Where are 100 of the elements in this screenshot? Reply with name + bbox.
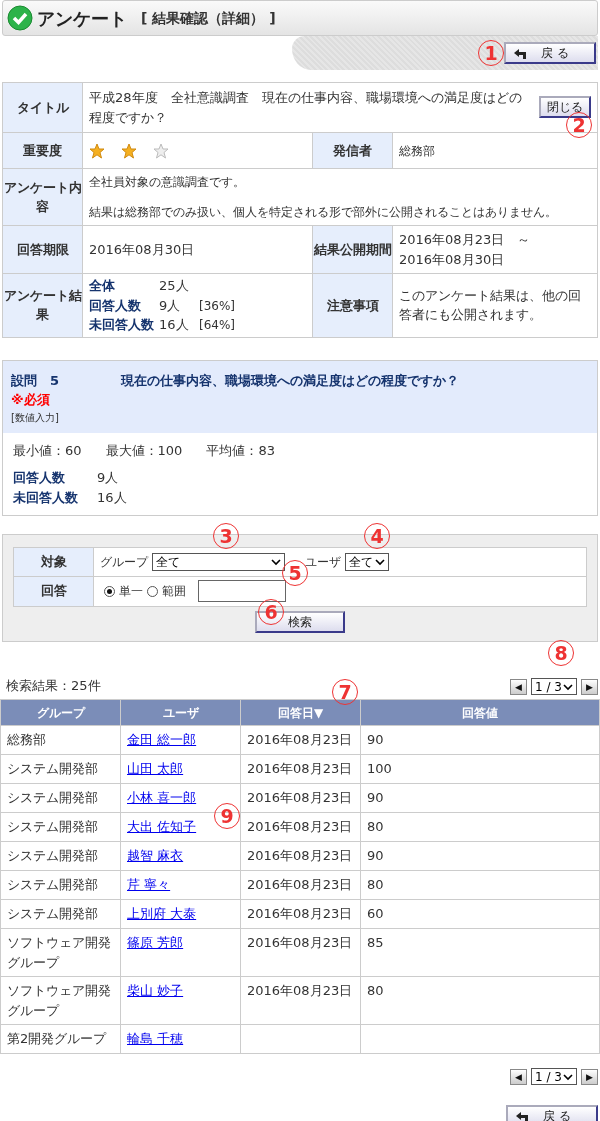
chevron-down-icon bbox=[375, 557, 385, 566]
result-percent: [64%] bbox=[199, 317, 236, 334]
count-label: 回答人数 bbox=[13, 469, 66, 487]
next-page-button[interactable]: ▶ bbox=[581, 678, 598, 695]
field-label: アンケート内容 bbox=[2, 168, 83, 226]
chevron-down-icon bbox=[563, 682, 573, 691]
result-summary: 検索結果：25件 bbox=[6, 676, 101, 695]
page-title: アンケート bbox=[37, 6, 127, 31]
field-label: 重要度 bbox=[2, 132, 83, 169]
user-select[interactable]: 全て bbox=[345, 552, 389, 571]
back-button[interactable]: 戻 る bbox=[506, 1105, 598, 1121]
value-cell: 90 bbox=[367, 732, 384, 747]
deadline-value: 2016年08月30日 bbox=[89, 241, 195, 257]
group-label: グループ bbox=[100, 553, 148, 571]
stat-value: 平均値：83 bbox=[206, 441, 275, 460]
question-text: 現在の仕事内容、職場環境への満足度はどの程度ですか？ bbox=[121, 371, 459, 390]
result-count: 25人 bbox=[159, 277, 190, 295]
group-cell: システム開発部 bbox=[7, 819, 98, 834]
user-link[interactable]: 柴山 妙子 bbox=[127, 983, 184, 998]
date-cell: 2016年08月23日 bbox=[247, 983, 353, 998]
empty-star-icon bbox=[153, 142, 169, 159]
value-cell: 100 bbox=[367, 761, 392, 776]
check-icon bbox=[7, 5, 33, 31]
count-value: 9人 bbox=[97, 469, 119, 487]
group-cell: システム開発部 bbox=[7, 790, 98, 805]
column-header: 回答値 bbox=[360, 699, 600, 726]
group-cell: システム開発部 bbox=[7, 761, 98, 776]
group-cell: 総務部 bbox=[7, 732, 46, 747]
group-cell: 第2開発グループ bbox=[7, 1031, 107, 1046]
result-label: 回答人数 bbox=[89, 296, 142, 315]
back-arrow-icon bbox=[512, 46, 527, 60]
group-cell: システム開発部 bbox=[7, 877, 98, 892]
back-arrow-icon bbox=[514, 1109, 529, 1121]
radio-option[interactable]: 単一 bbox=[104, 582, 143, 600]
value-cell: 80 bbox=[367, 983, 384, 998]
radio-option[interactable]: 範囲 bbox=[147, 582, 186, 600]
sender-value: 総務部 bbox=[399, 143, 435, 158]
user-label: ユーザ bbox=[305, 553, 341, 571]
previous-page-button[interactable]: ◀ bbox=[510, 1068, 527, 1085]
next-page-button[interactable]: ▶ bbox=[581, 1068, 598, 1085]
star-icon bbox=[121, 142, 137, 159]
group-cell: ソフトウェア開発グループ bbox=[7, 935, 111, 970]
value-cell: 80 bbox=[367, 877, 384, 892]
user-link[interactable]: 芹 寧々 bbox=[127, 877, 171, 892]
date-cell: 2016年08月23日 bbox=[247, 877, 353, 892]
page-subtitle: [ 結果確認（詳細） ] bbox=[141, 8, 276, 28]
group-cell: システム開発部 bbox=[7, 848, 98, 863]
stat-value: 最小値：60 bbox=[13, 441, 82, 460]
date-cell: 2016年08月23日 bbox=[247, 761, 353, 776]
publish-end: 2016年08月30日 bbox=[399, 250, 506, 269]
group-cell: ソフトウェア開発グループ bbox=[7, 983, 111, 1018]
publish-start: 2016年08月23日 ～ bbox=[399, 231, 532, 249]
date-cell: 2016年08月23日 bbox=[247, 732, 353, 747]
value-input[interactable] bbox=[198, 580, 286, 602]
date-cell: 2016年08月23日 bbox=[247, 790, 353, 805]
question-number: 設問 5 bbox=[11, 371, 61, 390]
result-label: 未回答人数 bbox=[89, 316, 155, 334]
date-cell: 2016年08月23日 bbox=[247, 935, 353, 950]
field-label: アンケート結果 bbox=[2, 273, 83, 337]
content-text: 結果は総務部でのみ扱い、個人を特定される形で部外に公開されることはありません。 bbox=[89, 204, 558, 221]
field-label: タイトル bbox=[2, 82, 83, 133]
value-cell: 90 bbox=[367, 848, 384, 863]
close-button[interactable]: 閉じる bbox=[539, 96, 591, 118]
column-header: ユーザ bbox=[120, 699, 241, 726]
field-label: 結果公開期間 bbox=[312, 225, 393, 274]
input-type-label: [数値入力] bbox=[11, 410, 60, 425]
user-link[interactable]: 篠原 芳郎 bbox=[127, 935, 184, 950]
count-value: 16人 bbox=[97, 488, 127, 507]
stat-value: 最大値：100 bbox=[105, 441, 183, 460]
value-cell: 60 bbox=[367, 906, 384, 921]
notice-text: このアンケート結果は、他の回答者にも公開されます。 bbox=[399, 287, 581, 323]
chevron-down-icon bbox=[271, 557, 281, 566]
page-select[interactable]: 1 / 3 bbox=[531, 1068, 577, 1085]
group-select[interactable]: 全て bbox=[152, 552, 285, 571]
field-label: 回答期限 bbox=[2, 225, 83, 274]
result-label: 全体 bbox=[89, 277, 116, 295]
date-cell: 2016年08月23日 bbox=[247, 906, 353, 921]
field-label: 回答 bbox=[13, 576, 94, 606]
back-button[interactable]: 戻 る bbox=[504, 42, 596, 64]
content-text: 全社員対象の意識調査です。 bbox=[89, 174, 246, 191]
result-count: 16人 bbox=[159, 316, 190, 334]
survey-title: 平成28年度 全社意識調査 現在の仕事内容、職場環境への満足度はどの程度ですか？ bbox=[89, 89, 523, 127]
group-cell: システム開発部 bbox=[7, 906, 98, 921]
previous-page-button[interactable]: ◀ bbox=[510, 678, 527, 695]
result-percent: [36%] bbox=[199, 297, 236, 315]
field-label: 注意事項 bbox=[312, 273, 393, 337]
required-label: ※必須 bbox=[11, 391, 51, 409]
field-label: 対象 bbox=[13, 547, 94, 576]
field-label: 発信者 bbox=[312, 132, 393, 169]
value-cell: 80 bbox=[367, 819, 384, 834]
value-cell: 85 bbox=[367, 935, 384, 950]
count-label: 未回答人数 bbox=[13, 488, 79, 507]
chevron-down-icon bbox=[563, 1072, 573, 1081]
column-header: グループ bbox=[0, 699, 121, 726]
star-icon bbox=[89, 142, 105, 159]
date-cell: 2016年08月23日 bbox=[247, 848, 353, 863]
value-cell: 90 bbox=[367, 790, 384, 805]
result-count: 9人 bbox=[159, 296, 182, 315]
page-select[interactable]: 1 / 3 bbox=[531, 678, 577, 695]
date-cell: 2016年08月23日 bbox=[247, 819, 353, 834]
